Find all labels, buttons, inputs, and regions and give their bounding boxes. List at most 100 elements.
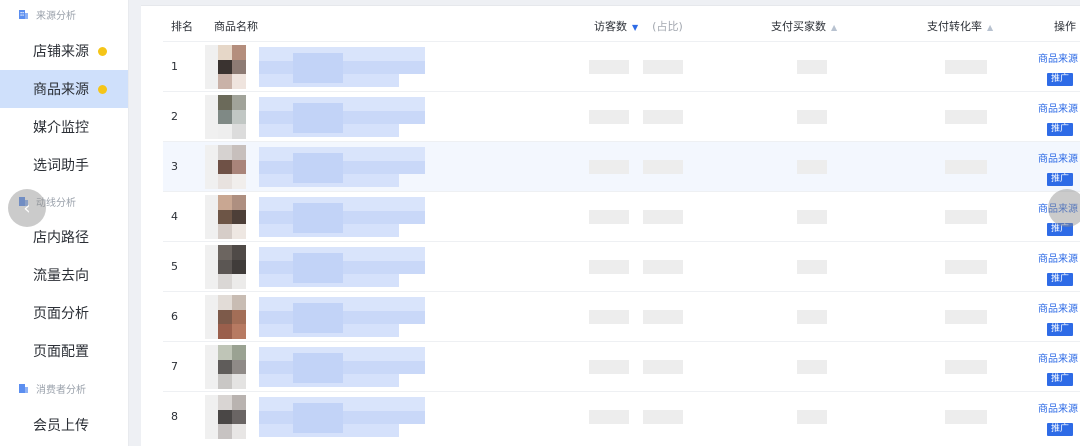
product-source-link[interactable]: 商品来源 xyxy=(1030,104,1078,116)
next-page-arrow[interactable] xyxy=(1048,189,1080,227)
product-thumbnail[interactable] xyxy=(218,95,246,139)
product-source-link[interactable]: 商品来源 xyxy=(1030,404,1078,416)
header-buyers[interactable]: 支付买家数 ▲ xyxy=(771,18,837,34)
visitors-cell-redacted xyxy=(589,210,629,224)
sidebar-item-label: 媒介监控 xyxy=(33,120,89,136)
product-thumbnail[interactable] xyxy=(218,195,246,239)
sidebar-group-consumer: 消费者分析 xyxy=(0,370,128,406)
sidebar-item-label: 店铺来源 xyxy=(33,44,89,60)
visitors-ratio-cell-redacted xyxy=(643,60,683,74)
conversion-cell-redacted xyxy=(945,410,987,424)
promote-button[interactable]: 推广 xyxy=(1047,423,1074,436)
promote-button[interactable]: 推广 xyxy=(1047,173,1074,186)
buyers-cell-redacted xyxy=(797,60,827,74)
product-source-link[interactable]: 商品来源 xyxy=(1030,254,1078,266)
product-title-redacted[interactable] xyxy=(259,397,425,437)
visitors-ratio-cell-redacted xyxy=(643,160,683,174)
sort-icon[interactable]: ▲ xyxy=(987,23,993,32)
buyers-cell-redacted xyxy=(797,210,827,224)
promote-button[interactable]: 推广 xyxy=(1047,123,1074,136)
visitors-ratio-cell-redacted xyxy=(643,110,683,124)
sidebar-item-label: 会员上传 xyxy=(33,418,89,434)
table-row[interactable]: 7 商品来源 推广 xyxy=(163,341,1080,391)
thumbnail-shadow xyxy=(205,395,218,439)
table-header: 排名 商品名称 访客数 ▼ (占比) 支付买家数 ▲ 支付转化率 ▲ 操作 xyxy=(141,8,1080,42)
table-row[interactable]: 4 商品来源 推广 xyxy=(163,191,1080,241)
rank-cell: 6 xyxy=(171,310,178,323)
table-row[interactable]: 8 商品来源推广 xyxy=(163,391,1080,441)
rank-cell: 8 xyxy=(171,410,178,423)
product-title-redacted[interactable] xyxy=(259,347,425,387)
visitors-cell-redacted xyxy=(589,260,629,274)
rank-cell: 2 xyxy=(171,110,178,123)
product-source-link[interactable]: 商品来源 xyxy=(1030,154,1078,166)
conversion-cell-redacted xyxy=(945,160,987,174)
sidebar-item-page-analysis[interactable]: 页面分析 xyxy=(0,294,128,332)
table-row[interactable]: 6 商品来源推广 xyxy=(163,291,1080,341)
status-dot xyxy=(98,47,107,56)
conversion-cell-redacted xyxy=(945,210,987,224)
promote-button[interactable]: 推广 xyxy=(1047,323,1074,336)
header-buyers-label: 支付买家数 xyxy=(771,20,826,33)
buyers-cell-redacted xyxy=(797,260,827,274)
action-cell: 商品来源推广 xyxy=(1030,54,1078,86)
visitors-ratio-cell-redacted xyxy=(643,360,683,374)
product-source-link[interactable]: 商品来源 xyxy=(1030,354,1078,366)
building-icon xyxy=(18,383,29,394)
product-source-link[interactable]: 商品来源 xyxy=(1030,54,1078,66)
promote-button[interactable]: 推广 xyxy=(1047,373,1074,386)
product-source-link[interactable]: 商品来源 xyxy=(1030,304,1078,316)
header-visitors[interactable]: 访客数 ▼ (占比) xyxy=(594,18,683,34)
header-conversion[interactable]: 支付转化率 ▲ xyxy=(927,18,993,34)
visitors-cell-redacted xyxy=(589,160,629,174)
sidebar-item-shop-source[interactable]: 店铺来源 xyxy=(0,32,128,70)
product-title-redacted[interactable] xyxy=(259,297,425,337)
sidebar-item-member-upload[interactable]: 会员上传 xyxy=(0,406,128,444)
sidebar-group-label: 来源分析 xyxy=(36,10,76,22)
buyers-cell-redacted xyxy=(797,160,827,174)
sort-desc-icon[interactable]: ▼ xyxy=(632,23,638,32)
visitors-ratio-cell-redacted xyxy=(643,260,683,274)
visitors-cell-redacted xyxy=(589,60,629,74)
visitors-ratio-cell-redacted xyxy=(643,310,683,324)
action-cell: 商品来源推广 xyxy=(1030,354,1078,386)
header-product: 商品名称 xyxy=(214,20,258,33)
rank-cell: 1 xyxy=(171,60,178,73)
product-thumbnail[interactable] xyxy=(218,145,246,189)
product-thumbnail[interactable] xyxy=(218,395,246,439)
product-title-redacted[interactable] xyxy=(259,97,425,137)
header-action: 操作 xyxy=(1054,20,1076,33)
table-row[interactable]: 5 商品来源 推广 xyxy=(163,241,1080,291)
visitors-ratio-cell-redacted xyxy=(643,410,683,424)
sort-icon[interactable]: ▲ xyxy=(831,23,837,32)
sidebar-item-label: 店内路径 xyxy=(33,230,89,246)
product-title-redacted[interactable] xyxy=(259,197,425,237)
product-thumbnail[interactable] xyxy=(218,245,246,289)
header-visitors-ratio: (占比) xyxy=(652,20,683,33)
prev-page-arrow[interactable]: ‹ xyxy=(8,189,46,227)
product-thumbnail[interactable] xyxy=(218,45,246,89)
product-thumbnail[interactable] xyxy=(218,295,246,339)
sidebar-item-product-source[interactable]: 商品来源 xyxy=(0,70,128,108)
table-row[interactable]: 2 商品来源推广 xyxy=(163,91,1080,141)
visitors-cell-redacted xyxy=(589,360,629,374)
sidebar-item-label: 页面配置 xyxy=(33,344,89,360)
header-conversion-label: 支付转化率 xyxy=(927,20,982,33)
sidebar-item-media-monitor[interactable]: 媒介监控 xyxy=(0,108,128,146)
product-title-redacted[interactable] xyxy=(259,147,425,187)
conversion-cell-redacted xyxy=(945,260,987,274)
thumbnail-shadow xyxy=(205,345,218,389)
sidebar-item-keyword-helper[interactable]: 选词助手 xyxy=(0,146,128,184)
product-title-redacted[interactable] xyxy=(259,247,425,287)
product-title-redacted[interactable] xyxy=(259,47,425,87)
promote-button[interactable]: 推广 xyxy=(1047,273,1074,286)
sidebar-item-page-config[interactable]: 页面配置 xyxy=(0,332,128,370)
sidebar-item-traffic-destination[interactable]: 流量去向 xyxy=(0,256,128,294)
table-row[interactable]: 3 商品来源 推广 xyxy=(163,141,1080,191)
divider xyxy=(141,0,1080,6)
product-thumbnail[interactable] xyxy=(218,345,246,389)
promote-button[interactable]: 推广 xyxy=(1047,73,1074,86)
buyers-cell-redacted xyxy=(797,110,827,124)
status-dot xyxy=(98,85,107,94)
table-row[interactable]: 1 商品来源推广 xyxy=(163,41,1080,91)
